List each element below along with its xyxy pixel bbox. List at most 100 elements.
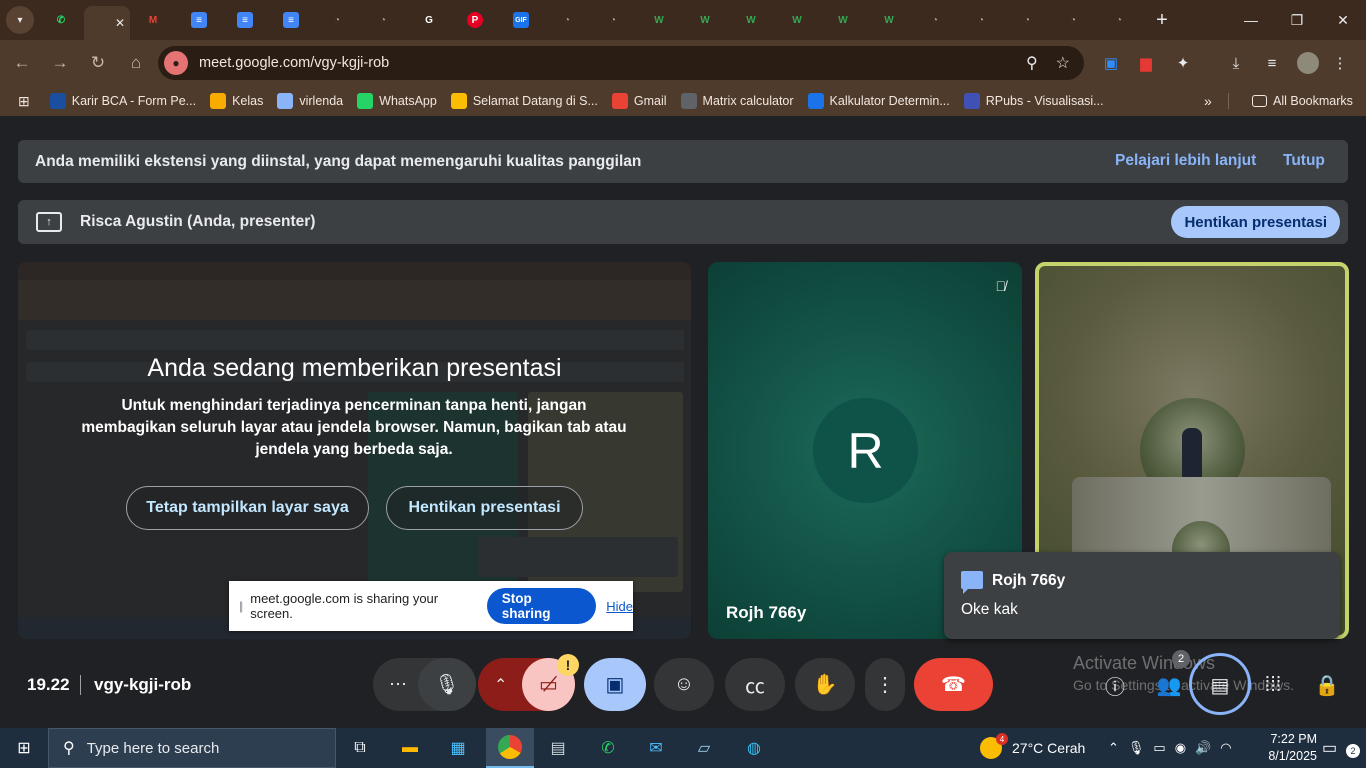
- zoom-icon[interactable]: ⚲: [1026, 53, 1038, 73]
- chat-notification[interactable]: Rojh 766y Oke kak: [944, 552, 1340, 639]
- media-control-icon[interactable]: ≡: [1257, 40, 1287, 86]
- browser-tab[interactable]: ◔: [958, 4, 1004, 36]
- more-audio-options-icon[interactable]: ⋯: [389, 674, 407, 695]
- bookmark-item[interactable]: RPubs - Visualisasi...: [963, 93, 1104, 109]
- stop-presenting-button[interactable]: Hentikan presentasi: [1171, 206, 1340, 238]
- notifications-icon[interactable]: ▭: [1322, 728, 1337, 768]
- extensions-puzzle-icon[interactable]: ✦: [1168, 40, 1198, 86]
- bookmark-item[interactable]: WhatsApp: [357, 93, 437, 109]
- browser-tab[interactable]: ◔: [314, 4, 360, 36]
- browser-tab[interactable]: W: [866, 4, 912, 36]
- file-explorer-icon[interactable]: ▬: [386, 728, 434, 768]
- browser-tab[interactable]: ≡: [268, 4, 314, 36]
- host-controls-icon[interactable]: 🔒: [1313, 671, 1341, 699]
- browser-tab[interactable]: ◔: [1096, 4, 1142, 36]
- chat-icon[interactable]: ▤: [1206, 671, 1234, 699]
- bookmark-star-icon[interactable]: ☆: [1056, 53, 1070, 73]
- system-clock[interactable]: 7:22 PM 8/1/2025: [1257, 731, 1317, 765]
- browser-tab[interactable]: P: [452, 4, 498, 36]
- restore-icon[interactable]: ❐: [1274, 0, 1320, 40]
- browser-tab[interactable]: ◔: [1050, 4, 1096, 36]
- browser-tab[interactable]: W: [682, 4, 728, 36]
- drag-handle-icon[interactable]: ||: [239, 599, 243, 613]
- browser-tab[interactable]: ≡: [222, 4, 268, 36]
- download-icon[interactable]: ⤓: [1221, 40, 1251, 86]
- tab-search-button[interactable]: ▾: [6, 6, 34, 34]
- camera-tray-icon[interactable]: ◉: [1175, 740, 1186, 756]
- bookmark-item[interactable]: Kalkulator Determin...: [807, 93, 950, 109]
- windows-start-icon[interactable]: ⊞: [0, 728, 48, 768]
- browser-tab[interactable]: W: [820, 4, 866, 36]
- keep-showing-screen-button[interactable]: Tetap tampilkan layar saya: [126, 486, 369, 530]
- browser-tab[interactable]: G: [406, 4, 452, 36]
- zoom-extension-icon[interactable]: ▣: [1096, 40, 1126, 86]
- wifi-icon[interactable]: ◠: [1220, 740, 1231, 756]
- chevron-up-icon[interactable]: ⌃: [1108, 740, 1119, 756]
- activities-icon[interactable]: ⁞⁞⁞: [1259, 671, 1287, 699]
- paper-app-icon[interactable]: ▱: [680, 728, 728, 768]
- browser-tab[interactable]: ◔: [590, 4, 636, 36]
- camera-options-icon[interactable]: ⌃: [494, 675, 507, 695]
- minimize-icon[interactable]: —: [1228, 0, 1274, 40]
- close-notice-link[interactable]: Tutup: [1283, 152, 1325, 170]
- bookmark-item[interactable]: Kelas: [210, 93, 263, 109]
- captions-button[interactable]: ㏄: [725, 658, 785, 711]
- new-tab-button[interactable]: +: [1146, 6, 1178, 34]
- profile-avatar[interactable]: [1293, 40, 1323, 86]
- emoji-button[interactable]: ☺: [654, 658, 714, 711]
- browser-tab[interactable]: ✆: [38, 4, 84, 36]
- home-button[interactable]: ⌂: [118, 45, 154, 81]
- stop-presenting-tile-button[interactable]: Hentikan presentasi: [386, 486, 583, 530]
- bookmark-item[interactable]: Karir BCA - Form Pe...: [49, 93, 196, 109]
- learn-more-link[interactable]: Pelajari lebih lanjut: [1115, 152, 1256, 170]
- bookmark-item[interactable]: virlenda: [277, 93, 343, 109]
- calculator-icon[interactable]: ▤: [534, 728, 582, 768]
- browser-tab[interactable]: ◔: [912, 4, 958, 36]
- bookmark-item[interactable]: Gmail: [611, 93, 667, 109]
- browser-tab[interactable]: ≡: [176, 4, 222, 36]
- whatsapp-taskbar-icon[interactable]: ✆: [584, 728, 632, 768]
- browser-tab[interactable]: ◔: [360, 4, 406, 36]
- weather-widget[interactable]: 4 27°C Cerah: [980, 728, 1085, 768]
- browser-tab[interactable]: M: [130, 4, 176, 36]
- bookmark-item[interactable]: Selamat Datang di S...: [450, 93, 598, 109]
- present-button[interactable]: ▣: [584, 658, 646, 711]
- browser-menu-icon[interactable]: ⋮: [1325, 40, 1355, 86]
- store-icon[interactable]: ▦: [434, 728, 482, 768]
- mic-tray-icon[interactable]: 🎙: [1128, 740, 1145, 756]
- all-bookmarks[interactable]: All Bookmarks: [1252, 94, 1353, 108]
- browser-tab[interactable]: W: [728, 4, 774, 36]
- stop-sharing-button[interactable]: Stop sharing: [486, 588, 597, 624]
- chrome-taskbar-icon[interactable]: [486, 728, 534, 768]
- mail-icon[interactable]: ✉: [632, 728, 680, 768]
- apps-grid-icon[interactable]: ⊞: [18, 93, 30, 110]
- close-tab-icon[interactable]: ✕: [115, 16, 125, 30]
- browser-tab[interactable]: W: [636, 4, 682, 36]
- browser-tab[interactable]: GIF: [498, 4, 544, 36]
- browser-tab[interactable]: ◔: [544, 4, 590, 36]
- forward-button[interactable]: →: [42, 45, 78, 81]
- people-icon[interactable]: 👥: [1155, 671, 1183, 699]
- microphone-button[interactable]: 🎙: [418, 658, 476, 711]
- close-window-icon[interactable]: ✕: [1320, 0, 1366, 40]
- more-options-button[interactable]: ⋮: [865, 658, 905, 711]
- taskbar-search[interactable]: ⚲ Type here to search: [48, 728, 336, 768]
- hide-share-bar-link[interactable]: Hide: [606, 599, 633, 614]
- back-button[interactable]: ←: [4, 45, 40, 81]
- address-bar[interactable]: ● meet.google.com/vgy-kgji-rob ⚲ ☆: [158, 46, 1084, 80]
- task-view-icon[interactable]: ⧉: [336, 728, 384, 768]
- browser-tab[interactable]: ◔: [1004, 4, 1050, 36]
- edge-icon[interactable]: ◍: [730, 728, 778, 768]
- raise-hand-button[interactable]: ✋: [795, 658, 855, 711]
- more-bookmarks-icon[interactable]: »: [1204, 93, 1212, 109]
- meeting-info-icon[interactable]: ⓘ: [1101, 671, 1129, 699]
- browser-tab[interactable]: ✕: [84, 6, 130, 40]
- leave-call-button[interactable]: ☎: [914, 658, 993, 711]
- volume-icon[interactable]: 🔊: [1195, 740, 1211, 756]
- extension-red-icon[interactable]: ▆: [1131, 40, 1161, 86]
- battery-icon[interactable]: ▭: [1153, 740, 1165, 756]
- reload-button[interactable]: ↻: [80, 45, 116, 81]
- browser-tab[interactable]: W: [774, 4, 820, 36]
- microphone-in-use-icon[interactable]: ●: [164, 51, 188, 75]
- bookmark-item[interactable]: Matrix calculator: [680, 93, 794, 109]
